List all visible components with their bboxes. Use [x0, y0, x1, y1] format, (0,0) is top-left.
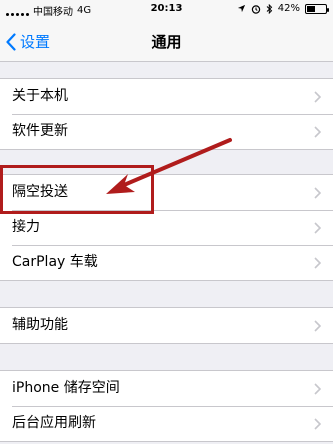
- row-accessibility[interactable]: 辅助功能: [0, 308, 333, 343]
- row-label: 接力: [12, 219, 40, 235]
- bluetooth-icon: [266, 3, 272, 14]
- location-icon: [237, 4, 245, 13]
- row-label: CarPlay 车载: [12, 254, 98, 270]
- chevron-right-icon: [314, 418, 321, 430]
- row-handoff[interactable]: 接力: [0, 210, 333, 245]
- status-right: 42%: [237, 3, 329, 14]
- settings-group-storage: iPhone 储存空间 后台应用刷新: [0, 370, 333, 442]
- back-button[interactable]: 设置: [6, 31, 50, 52]
- chevron-right-icon: [314, 187, 321, 199]
- row-iphone-storage[interactable]: iPhone 储存空间: [0, 371, 333, 406]
- row-label: iPhone 储存空间: [12, 380, 120, 396]
- chevron-right-icon: [314, 126, 321, 138]
- settings-group-accessibility: 辅助功能: [0, 307, 333, 344]
- alarm-icon: [251, 4, 260, 14]
- chevron-right-icon: [314, 320, 321, 332]
- chevron-right-icon: [314, 91, 321, 103]
- chevron-right-icon: [314, 222, 321, 234]
- chevron-right-icon: [314, 257, 321, 269]
- row-label: 软件更新: [12, 123, 68, 139]
- settings-group-about: 关于本机 软件更新: [0, 78, 333, 150]
- row-background-refresh[interactable]: 后台应用刷新: [0, 406, 333, 441]
- battery-icon: [305, 3, 329, 14]
- row-label: 关于本机: [12, 88, 68, 104]
- navigation-bar: 设置 通用: [0, 20, 333, 62]
- chevron-left-icon: [6, 32, 16, 51]
- battery-percent: 42%: [277, 3, 300, 14]
- status-bar: 中国移动 4G 20:13 42%: [0, 0, 333, 20]
- row-carplay[interactable]: CarPlay 车载: [0, 245, 333, 280]
- row-about[interactable]: 关于本机: [0, 79, 333, 114]
- row-label: 后台应用刷新: [12, 415, 96, 431]
- row-label: 辅助功能: [12, 317, 68, 333]
- row-software-update[interactable]: 软件更新: [0, 114, 333, 149]
- annotation-highlight-box: [0, 165, 154, 214]
- chevron-right-icon: [314, 383, 321, 395]
- back-label: 设置: [20, 33, 51, 51]
